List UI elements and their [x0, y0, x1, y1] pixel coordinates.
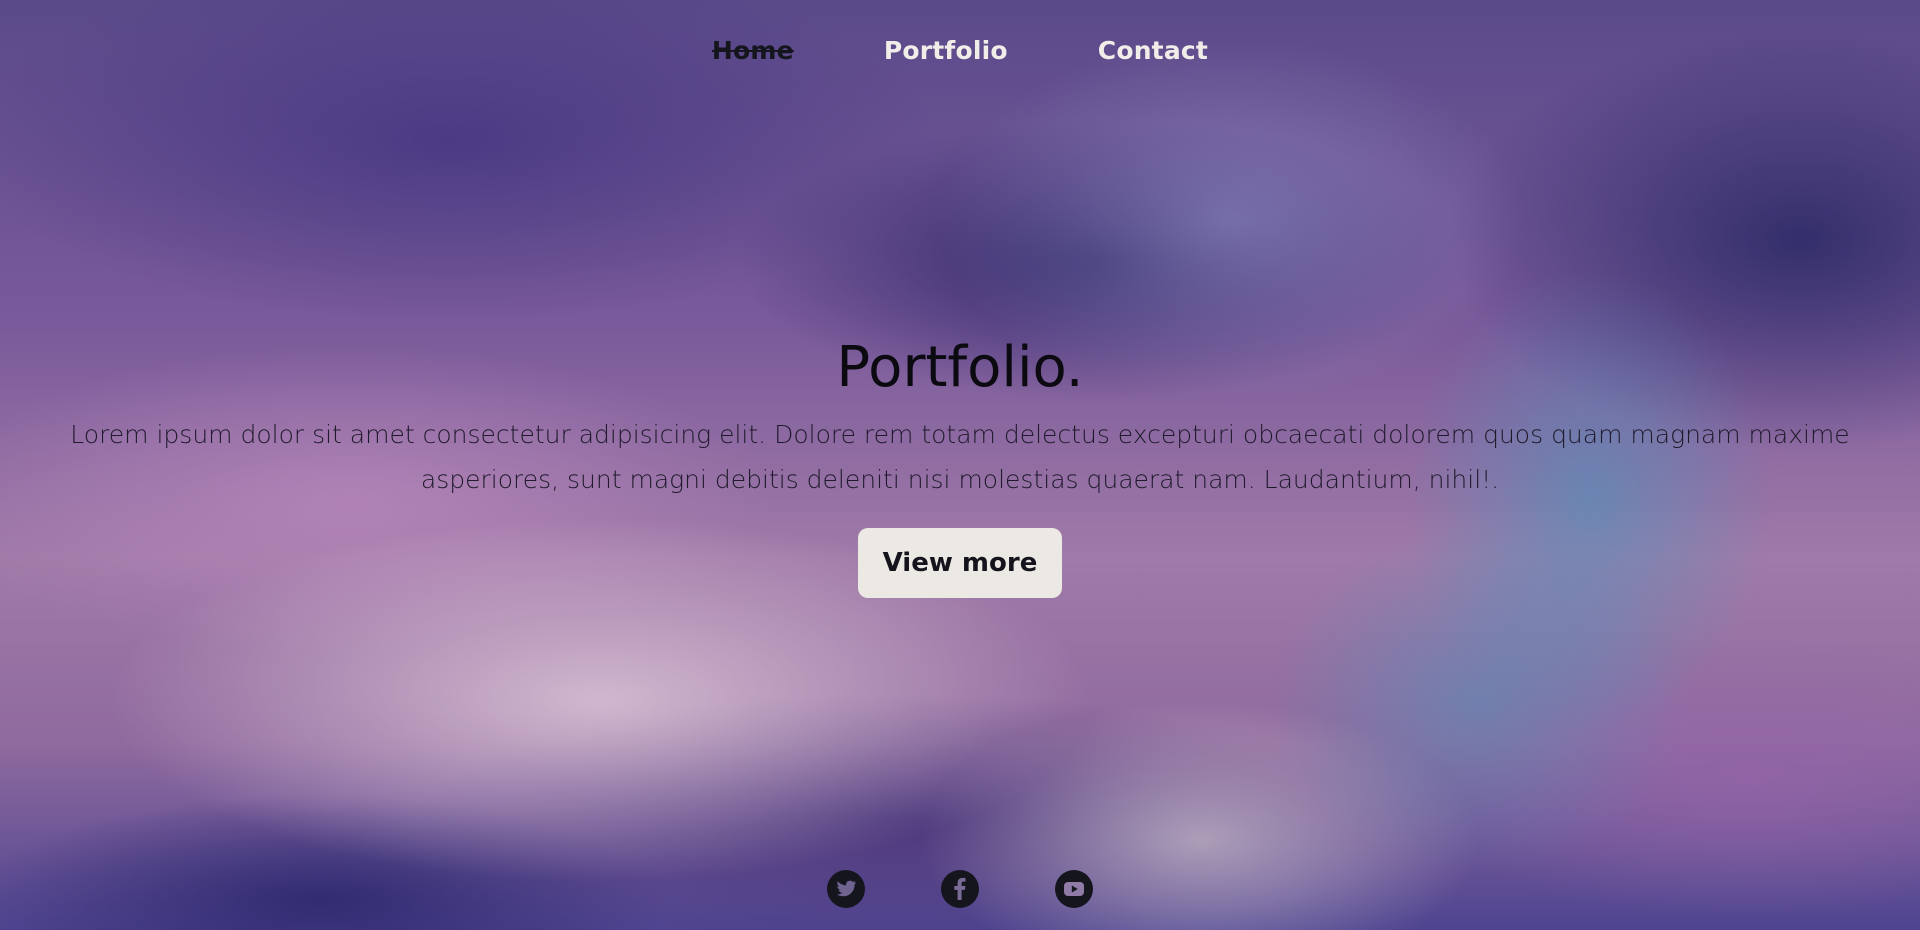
social-links [0, 870, 1920, 908]
hero-section: Portfolio. Lorem ipsum dolor sit amet co… [0, 330, 1920, 598]
facebook-icon[interactable] [941, 870, 979, 908]
nav-link-portfolio[interactable]: Portfolio [884, 36, 1008, 65]
page-background: Home Portfolio Contact Portfolio. Lorem … [0, 0, 1920, 930]
youtube-icon[interactable] [1055, 870, 1093, 908]
main-nav: Home Portfolio Contact [0, 36, 1920, 65]
twitter-icon[interactable] [827, 870, 865, 908]
nav-link-home[interactable]: Home [712, 36, 794, 65]
hero-title: Portfolio. [836, 335, 1084, 400]
nav-link-contact[interactable]: Contact [1098, 36, 1208, 65]
view-more-button[interactable]: View more [857, 528, 1063, 598]
hero-description: Lorem ipsum dolor sit amet consectetur a… [70, 420, 1850, 494]
